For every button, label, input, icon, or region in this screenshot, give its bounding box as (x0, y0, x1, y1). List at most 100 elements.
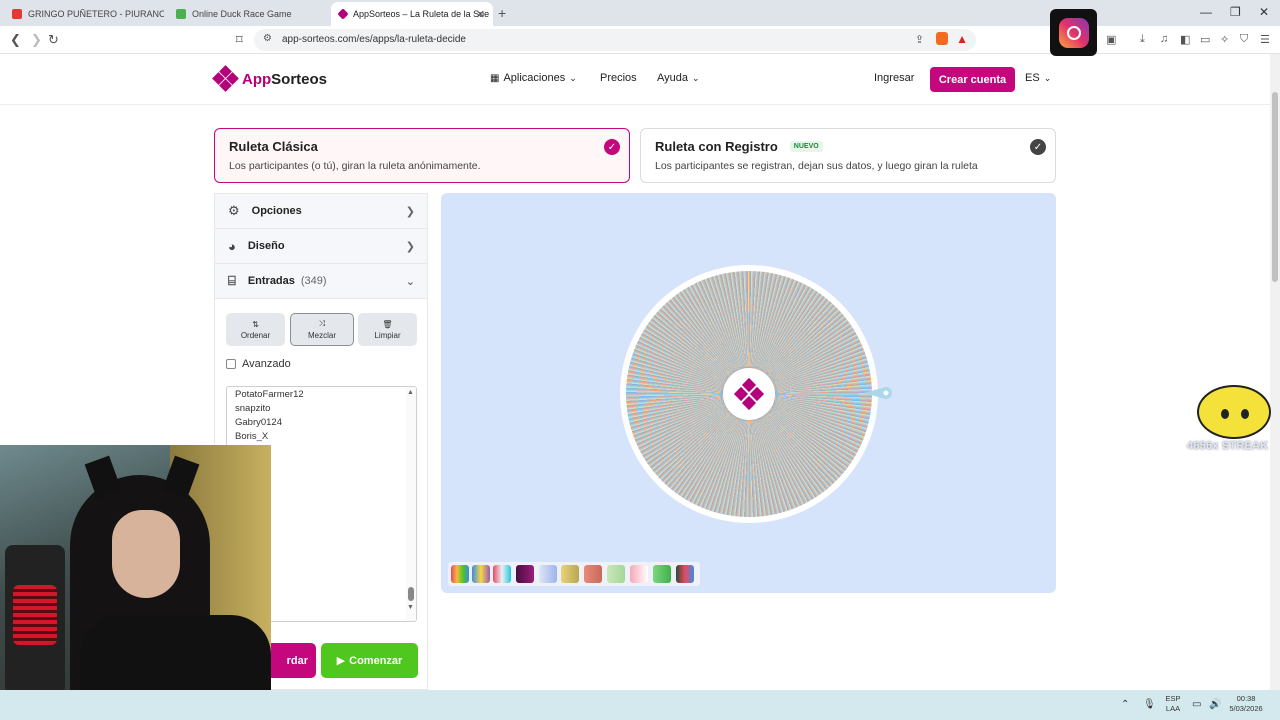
sort-button[interactable]: ⇅ Ordenar (226, 313, 285, 346)
nav-applications[interactable]: ▦ Aplicaciones ⌄ (490, 72, 577, 84)
palette-option[interactable] (630, 565, 648, 583)
mode-registry-title: Ruleta con Registro (655, 139, 778, 154)
instagram-logo (1050, 9, 1097, 56)
signup-button[interactable]: Crear cuenta (930, 67, 1015, 92)
advanced-checkbox[interactable] (226, 359, 236, 369)
advanced-label: Avanzado (242, 358, 291, 370)
url-field[interactable]: ⚙ app-sorteos.com/es/apps/la-ruleta-deci… (254, 29, 976, 51)
nav-applications-label: Aplicaciones (503, 72, 566, 84)
microphone-icon[interactable]: 🎙 (1143, 699, 1156, 710)
palette-icon: ◕ (228, 238, 236, 254)
youtube-icon (12, 9, 22, 19)
new-tab-icon[interactable]: + (498, 5, 506, 21)
chevron-down-icon: ⌄ (692, 72, 700, 83)
nav-help[interactable]: Ayuda ⌄ (657, 72, 700, 84)
layout-code: LAA (1165, 704, 1181, 713)
palette-option[interactable] (472, 565, 490, 583)
entry-item: Boris_X (235, 431, 269, 442)
vpn-icon[interactable]: ⛉ (1240, 33, 1248, 46)
tab-title: Online Duck Race Game (192, 9, 292, 19)
wheel-hub-logo[interactable] (723, 368, 775, 420)
login-link[interactable]: Ingresar (874, 72, 914, 84)
language-selector[interactable]: ES ⌄ (1025, 72, 1051, 84)
page-scrollbar[interactable] (1270, 54, 1280, 690)
start-label: Comenzar (349, 654, 403, 667)
palette-option[interactable] (451, 565, 469, 583)
menu-icon[interactable]: ☰ (1260, 33, 1270, 46)
logo-text: AppSorteos (242, 70, 328, 88)
start-button[interactable]: ▶ Comenzar (321, 643, 418, 678)
nav-pricing-label: Precios (600, 72, 637, 84)
chevron-right-icon: ❯ (405, 240, 415, 253)
entries-scrollbar[interactable]: ▲ ▼ (406, 387, 416, 621)
bookmark-icon[interactable]: ⌑ (236, 32, 243, 48)
mode-classic-desc: Los participantes (o tú), giran la rulet… (229, 160, 481, 172)
forward-icon[interactable]: ❯ (31, 32, 42, 48)
language-label: ES (1025, 72, 1040, 84)
palette-option[interactable] (539, 565, 557, 583)
site-info-icon[interactable]: ⚙ (263, 33, 272, 44)
extension-icon[interactable]: ▣ (1106, 33, 1116, 46)
wallet-icon[interactable]: ▭ (1200, 33, 1210, 46)
clock[interactable]: 00:38 5/03/2026 (1226, 694, 1266, 714)
close-window-icon[interactable]: ✕ (1259, 5, 1269, 19)
reload-icon[interactable]: ↻ (48, 32, 59, 48)
mode-registry-title-row: Ruleta con Registro NUEVO (655, 139, 1041, 154)
palette-option[interactable] (676, 565, 694, 583)
palette-option[interactable] (516, 565, 534, 583)
entries-count: (349) (300, 275, 327, 287)
clear-button[interactable]: 🗑 Limpiar (358, 313, 417, 346)
sidebar-icon[interactable]: ◧ (1180, 33, 1190, 46)
webcam-overlay (0, 445, 271, 720)
restore-icon[interactable]: ❐ (1230, 5, 1241, 19)
keyboard-language[interactable]: ESP LAA (1163, 694, 1183, 714)
back-icon[interactable]: ❮ (10, 32, 21, 48)
close-tab-icon[interactable]: ✕ (476, 8, 485, 21)
logo-mark-icon (212, 65, 239, 92)
entry-item: PotatoFarmer12 (235, 389, 304, 400)
appsorteos-logo[interactable]: AppSorteos (212, 65, 328, 92)
palette-option[interactable] (607, 565, 625, 583)
volume-icon[interactable]: 🔊 (1209, 699, 1221, 710)
url-text: app-sorteos.com/es/apps/la-ruleta-decide (282, 34, 466, 45)
site-header: AppSorteos ▦ Aplicaciones ⌄ Precios Ayud… (0, 54, 1270, 105)
clock-time: 00:38 (1236, 694, 1256, 703)
tab-title: AppSorteos – La Ruleta de la Sue (353, 9, 490, 19)
duck-icon (176, 9, 186, 19)
palette-option[interactable] (584, 565, 602, 583)
entry-item: Gabry0124 (235, 417, 283, 428)
new-badge: NUEVO (789, 141, 823, 152)
palette-option[interactable] (561, 565, 579, 583)
selected-check-icon: ✓ (604, 139, 620, 155)
download-icon[interactable]: ⤓ (1140, 33, 1145, 46)
mode-classic-title: Ruleta Clásica (229, 139, 318, 154)
music-icon[interactable]: ♫ (1160, 33, 1168, 45)
shuffle-icon: ⤨ (318, 319, 326, 328)
tab-appsorteos[interactable]: AppSorteos – La Ruleta de la Sue ✕ (331, 2, 493, 26)
brave-shield-icon[interactable] (936, 32, 948, 45)
appsorteos-favicon-icon (337, 8, 349, 20)
palette-option[interactable] (493, 565, 511, 583)
advanced-toggle[interactable]: Avanzado (226, 358, 291, 370)
chevron-up-icon[interactable]: ⌃ (1121, 699, 1129, 710)
section-entries[interactable]: ⌸ Entradas (349) ⌄ (215, 264, 427, 299)
leo-icon[interactable]: ✧ (1220, 33, 1229, 46)
mode-classic-card[interactable]: Ruleta Clásica Los participantes (o tú),… (214, 128, 630, 183)
section-design[interactable]: ◕ Diseño ❯ (215, 229, 427, 264)
share-icon[interactable]: ⇪ (915, 33, 924, 46)
streak-counter: 4656x STREAK (1187, 440, 1269, 452)
lang-code: ESP (1165, 694, 1181, 703)
brave-rewards-icon[interactable]: ▲ (956, 32, 968, 46)
mode-registry-card[interactable]: Ruleta con Registro NUEVO Los participan… (640, 128, 1056, 183)
tab-youtube[interactable]: GRINGO PUÑETERO - PIURANO 27(P (4, 2, 164, 26)
section-options[interactable]: ⚙ Opciones ❯ (215, 194, 427, 229)
shuffle-button[interactable]: ⤨ Mezclar (290, 313, 354, 346)
check-icon: ✓ (1030, 139, 1046, 155)
minimize-icon[interactable]: — (1200, 5, 1212, 19)
tab-duck-race[interactable]: Online Duck Race Game (168, 2, 328, 26)
palette-option[interactable] (653, 565, 671, 583)
chevron-right-icon: ❯ (405, 205, 415, 218)
nav-pricing[interactable]: Precios (600, 72, 637, 84)
clock-date: 5/03/2026 (1229, 704, 1263, 713)
network-icon[interactable]: ▭ (1192, 699, 1201, 710)
